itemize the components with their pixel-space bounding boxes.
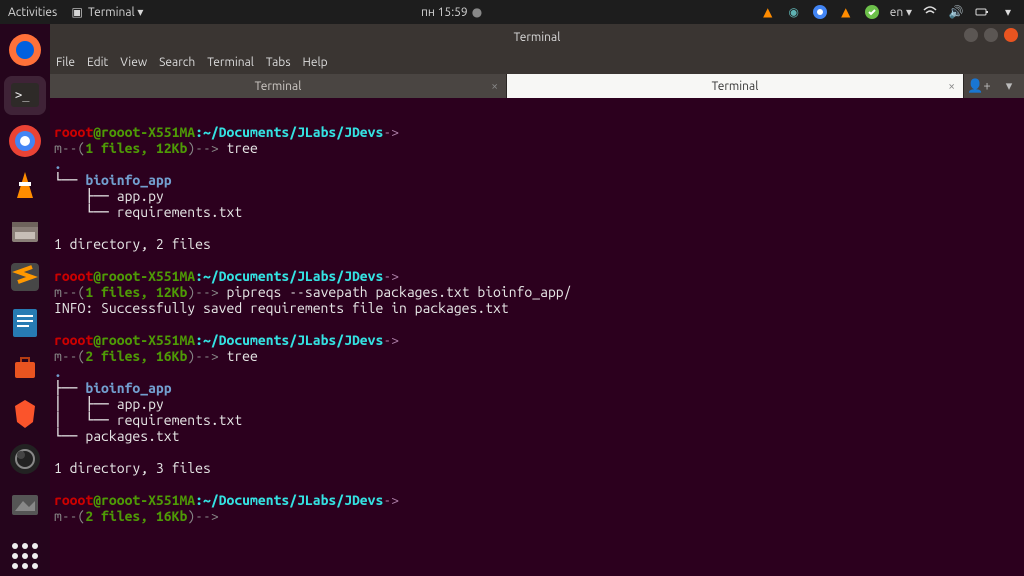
menu-tabs[interactable]: Tabs — [266, 56, 291, 69]
new-tab-button[interactable]: 👤+ — [964, 74, 994, 98]
terminal-output[interactable]: rooot@rooot-X551MA:~/Documents/JLabs/JDe… — [50, 98, 1024, 576]
menu-help[interactable]: Help — [303, 56, 328, 69]
dock-chrome[interactable] — [4, 121, 46, 161]
maximize-button[interactable] — [984, 28, 998, 42]
input-source[interactable]: en ▾ — [890, 5, 912, 19]
menubar: File Edit View Search Terminal Tabs Help — [50, 50, 1024, 74]
tab-label: Terminal — [712, 80, 759, 93]
minimize-button[interactable] — [964, 28, 978, 42]
tab-terminal-1[interactable]: Terminal × — [50, 74, 507, 98]
wifi-icon[interactable] — [922, 4, 938, 20]
terminal-icon: ▣ — [69, 4, 85, 20]
chrome-tray-icon[interactable] — [812, 4, 828, 20]
vlc-tray-icon[interactable]: ▲ — [760, 4, 776, 20]
show-applications-icon[interactable] — [4, 537, 46, 576]
activities-button[interactable]: Activities — [8, 6, 57, 19]
gnome-topbar: Activities ▣ Terminal ▾ пн 15:59 ● ▲ ◉ ▲… — [0, 0, 1024, 24]
topbar-app-name: Terminal ▾ — [88, 6, 143, 19]
notification-dot-icon: ● — [472, 5, 482, 19]
tab-label: Terminal — [255, 80, 302, 93]
terminal-window: Terminal File Edit View Search Terminal … — [50, 24, 1024, 576]
dock-libreoffice[interactable] — [4, 303, 46, 343]
window-title: Terminal — [514, 31, 561, 44]
close-button[interactable] — [1004, 28, 1018, 42]
svg-text:>_: >_ — [15, 88, 30, 102]
menu-edit[interactable]: Edit — [87, 56, 108, 69]
menu-toggle-icon[interactable]: ▾ — [994, 74, 1024, 98]
dock: >_ — [0, 24, 50, 576]
vlc-tray2-icon[interactable]: ▲ — [838, 4, 854, 20]
menu-file[interactable]: File — [56, 56, 75, 69]
topbar-app-label[interactable]: ▣ Terminal ▾ — [69, 4, 143, 20]
tab-close-icon[interactable]: × — [491, 80, 498, 93]
system-menu-icon[interactable]: ▾ — [1000, 4, 1016, 20]
menu-search[interactable]: Search — [159, 56, 195, 69]
menu-terminal[interactable]: Terminal — [207, 56, 254, 69]
update-tray-icon[interactable] — [864, 4, 880, 20]
dock-brave[interactable] — [4, 394, 46, 434]
dock-files[interactable] — [4, 212, 46, 252]
clock[interactable]: пн 15:59 — [421, 6, 468, 19]
dock-obs[interactable] — [4, 440, 46, 480]
volume-icon[interactable]: 🔊 — [948, 4, 964, 20]
battery-icon[interactable] — [974, 4, 990, 20]
titlebar[interactable]: Terminal — [50, 24, 1024, 50]
dock-photos[interactable] — [4, 485, 46, 525]
globe-tray-icon[interactable]: ◉ — [786, 4, 802, 20]
menu-view[interactable]: View — [120, 56, 147, 69]
dock-vlc[interactable] — [4, 167, 46, 207]
dock-software[interactable] — [4, 349, 46, 389]
dock-terminal[interactable]: >_ — [4, 76, 46, 116]
dock-firefox[interactable] — [4, 30, 46, 70]
tab-terminal-2[interactable]: Terminal × — [507, 74, 964, 98]
dock-sublime[interactable] — [4, 258, 46, 298]
tab-close-icon[interactable]: × — [948, 80, 955, 93]
tab-row: Terminal × Terminal × 👤+ ▾ — [50, 74, 1024, 98]
